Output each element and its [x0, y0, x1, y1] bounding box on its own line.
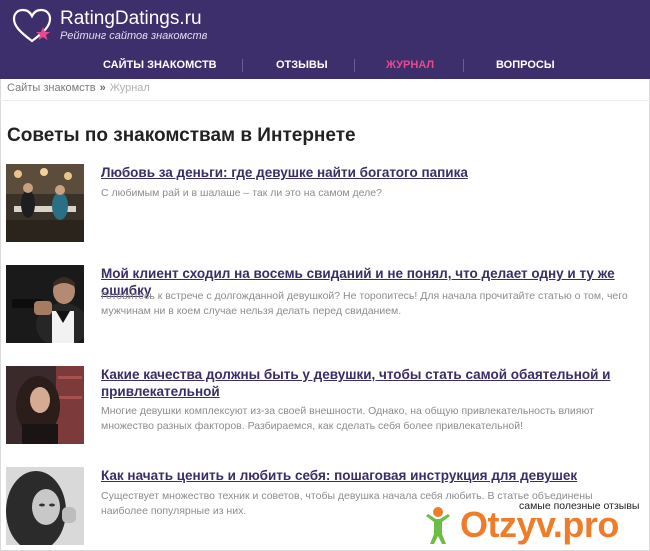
woman-bw-portrait-image [6, 467, 84, 545]
breadcrumb-divider [0, 100, 650, 101]
otzyv-watermark: самые полезные отзывы Otzyv.pro [420, 490, 650, 551]
breadcrumb: Сайты знакомств» Журнал [7, 82, 150, 94]
heart-star-icon [12, 8, 52, 43]
article-title-link[interactable]: Какие качества должны быть у девушки, чт… [101, 366, 646, 400]
nav-item-journal[interactable]: ЖУРНАЛ [386, 51, 434, 79]
logo-subtitle: Рейтинг сайтов знакомств [60, 30, 208, 42]
article-thumbnail[interactable] [6, 164, 84, 242]
article-thumbnail[interactable] [6, 265, 84, 343]
nav-item-reviews[interactable]: ОТЗЫВЫ [276, 51, 328, 79]
article-title-link[interactable]: Как начать ценить и любить себя: пошагов… [101, 467, 646, 484]
article-description: С любимым рай и в шалаше – так ли это на… [101, 187, 382, 199]
main-nav: САЙТЫ ЗНАКОМСТВ ОТЗЫВЫ ЖУРНАЛ ВОПРОСЫ [0, 51, 650, 79]
nav-divider [242, 59, 243, 72]
article-thumbnail[interactable] [6, 467, 84, 545]
site-header: RatingDatings.ru Рейтинг сайтов знакомст… [0, 0, 650, 79]
restaurant-couple-image [6, 164, 84, 242]
breadcrumb-home-link[interactable]: Сайты знакомств [7, 82, 96, 94]
happy-person-icon [426, 507, 450, 544]
nav-item-questions[interactable]: ВОПРОСЫ [496, 51, 555, 79]
article-thumbnail[interactable] [6, 366, 84, 444]
article-title-link[interactable]: Любовь за деньги: где девушке найти бога… [101, 164, 646, 181]
site-logo[interactable]: RatingDatings.ru Рейтинг сайтов знакомст… [12, 6, 242, 46]
article-description: Готовитесь к встрече с долгожданной деву… [101, 290, 628, 317]
breadcrumb-separator: » [99, 82, 106, 94]
breadcrumb-current: Журнал [109, 82, 150, 94]
logo-title: RatingDatings.ru [60, 8, 202, 29]
man-with-gun-image [6, 265, 84, 343]
woman-portrait-image [6, 366, 84, 444]
nav-divider [354, 59, 355, 72]
nav-item-dating-sites[interactable]: САЙТЫ ЗНАКОМСТВ [103, 51, 217, 79]
watermark-logo-text: Otzyv.pro [460, 504, 619, 545]
page-title: Советы по знакомствам в Интернете [7, 125, 356, 146]
article-description: Многие девушки комплексуют из-за своей в… [101, 405, 594, 432]
nav-divider [463, 59, 464, 72]
